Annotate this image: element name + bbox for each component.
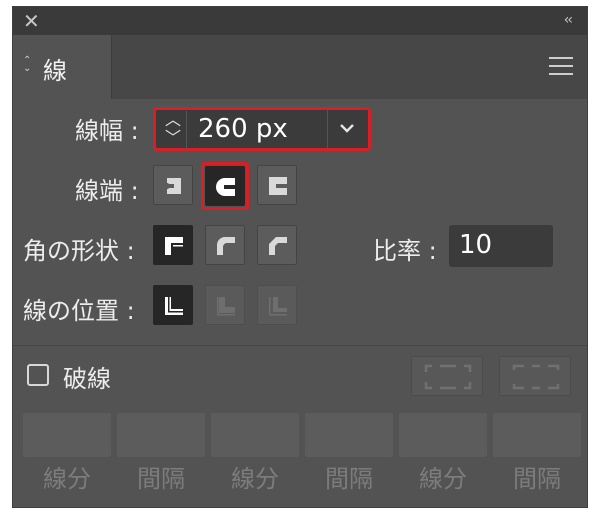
projecting-cap-icon — [269, 177, 289, 195]
chevron-down-icon — [340, 124, 354, 133]
tab-stroke-label: 線 — [43, 57, 67, 85]
panel-menu-icon[interactable] — [549, 57, 573, 81]
dash-align-corners-button[interactable] — [411, 356, 483, 396]
miter-limit-label: 比率 : — [373, 237, 437, 265]
miter-join-icon — [165, 237, 183, 255]
gap-2-label: 間隔 — [325, 465, 373, 493]
align-inside-icon — [217, 297, 235, 316]
butt-cap-icon — [163, 178, 181, 194]
align-stroke-label: 線の位置 : — [23, 297, 135, 325]
dash-corners-icon — [424, 364, 472, 390]
close-icon[interactable]: ✕ — [23, 11, 40, 31]
tab-stroke[interactable]: ⌃ ⌄ 線 — [13, 35, 112, 99]
gap-3-label: 間隔 — [513, 465, 561, 493]
gap-3-input[interactable] — [493, 413, 581, 457]
align-outside-button[interactable] — [257, 285, 297, 325]
chevron-down-icon[interactable]: ﹀ — [160, 129, 186, 147]
dash-1-input[interactable] — [23, 413, 111, 457]
butt-cap-button[interactable] — [153, 165, 193, 205]
align-outside-icon — [269, 297, 287, 316]
stroke-panel: ✕ ‹‹ ⌃ ⌄ 線 線幅 : ︿ ﹀ 260 px 線端 : 角の形状: 比… — [12, 6, 588, 508]
miter-limit-value[interactable]: 10 — [459, 230, 492, 260]
miter-limit-input[interactable]: 10 — [449, 225, 553, 267]
align-center-button[interactable] — [153, 285, 193, 325]
gap-1-input[interactable] — [117, 413, 205, 457]
panel-titlebar: ✕ ‹‹ — [13, 7, 587, 35]
tab-expand-icon[interactable]: ⌃ ⌄ — [23, 56, 31, 74]
selection-highlight — [201, 162, 249, 210]
stroke-weight-stepper[interactable]: ︿ ﹀ — [160, 111, 187, 149]
projecting-cap-button[interactable] — [257, 165, 297, 205]
round-join-icon — [217, 237, 235, 255]
chevron-up-icon[interactable]: ︿ — [160, 111, 186, 129]
dash-3-input[interactable] — [399, 413, 487, 457]
bevel-join-button[interactable] — [257, 225, 297, 265]
dash-preserve-button[interactable] — [499, 356, 571, 396]
corner-label: 角の形状 : — [23, 237, 135, 265]
align-center-icon — [165, 297, 183, 315]
stroke-weight-value[interactable]: 260 px — [198, 114, 288, 144]
dashed-line-checkbox[interactable] — [27, 364, 49, 386]
dash-3-label: 線分 — [419, 465, 467, 493]
section-divider — [13, 345, 587, 346]
panel-tab-row: ⌃ ⌄ 線 — [13, 35, 587, 99]
collapse-panel-icon[interactable]: ‹‹ — [564, 13, 573, 27]
stroke-weight-label: 線幅 : — [75, 117, 139, 145]
gap-2-input[interactable] — [305, 413, 393, 457]
dash-1-label: 線分 — [43, 465, 91, 493]
stroke-weight-dropdown[interactable] — [327, 110, 368, 148]
dash-2-label: 線分 — [231, 465, 279, 493]
bevel-join-icon — [269, 237, 287, 255]
gap-1-label: 間隔 — [137, 465, 185, 493]
round-join-button[interactable] — [205, 225, 245, 265]
dash-2-input[interactable] — [211, 413, 299, 457]
miter-join-button[interactable] — [153, 225, 193, 265]
align-inside-button[interactable] — [205, 285, 245, 325]
dashed-line-label: 破線 — [63, 365, 111, 393]
stroke-weight-field[interactable]: ︿ ﹀ 260 px — [153, 107, 371, 151]
cap-label: 線端 : — [75, 177, 139, 205]
dash-preserve-icon — [512, 364, 560, 390]
